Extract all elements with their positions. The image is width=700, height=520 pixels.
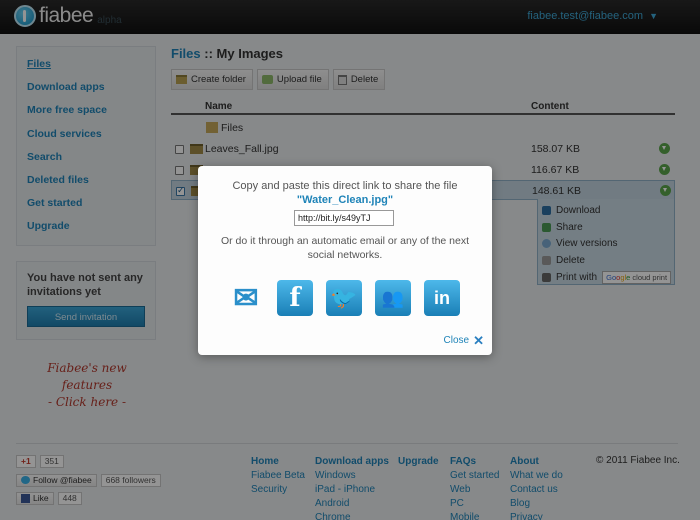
share-instructions: Copy and paste this direct link to share… bbox=[232, 180, 458, 192]
close-button[interactable]: Close ✕ bbox=[443, 332, 484, 348]
facebook-icon[interactable]: f bbox=[277, 280, 313, 316]
linkedin-icon[interactable]: in bbox=[424, 280, 460, 316]
close-icon: ✕ bbox=[473, 332, 484, 348]
share-icons-row: ✉ f 🐦 👥 in bbox=[228, 280, 460, 316]
twitter-icon[interactable]: 🐦 bbox=[326, 280, 362, 316]
close-label: Close bbox=[443, 335, 470, 346]
share-link-dialog: Copy and paste this direct link to share… bbox=[198, 166, 492, 355]
share-alternatives-text: Or do it through an automatic email or a… bbox=[220, 235, 470, 261]
shared-filename: "Water_Clean.jpg" bbox=[296, 194, 394, 206]
email-icon[interactable]: ✉ bbox=[228, 280, 264, 316]
myspace-icon[interactable]: 👥 bbox=[375, 280, 411, 316]
share-link-input[interactable] bbox=[294, 210, 394, 226]
